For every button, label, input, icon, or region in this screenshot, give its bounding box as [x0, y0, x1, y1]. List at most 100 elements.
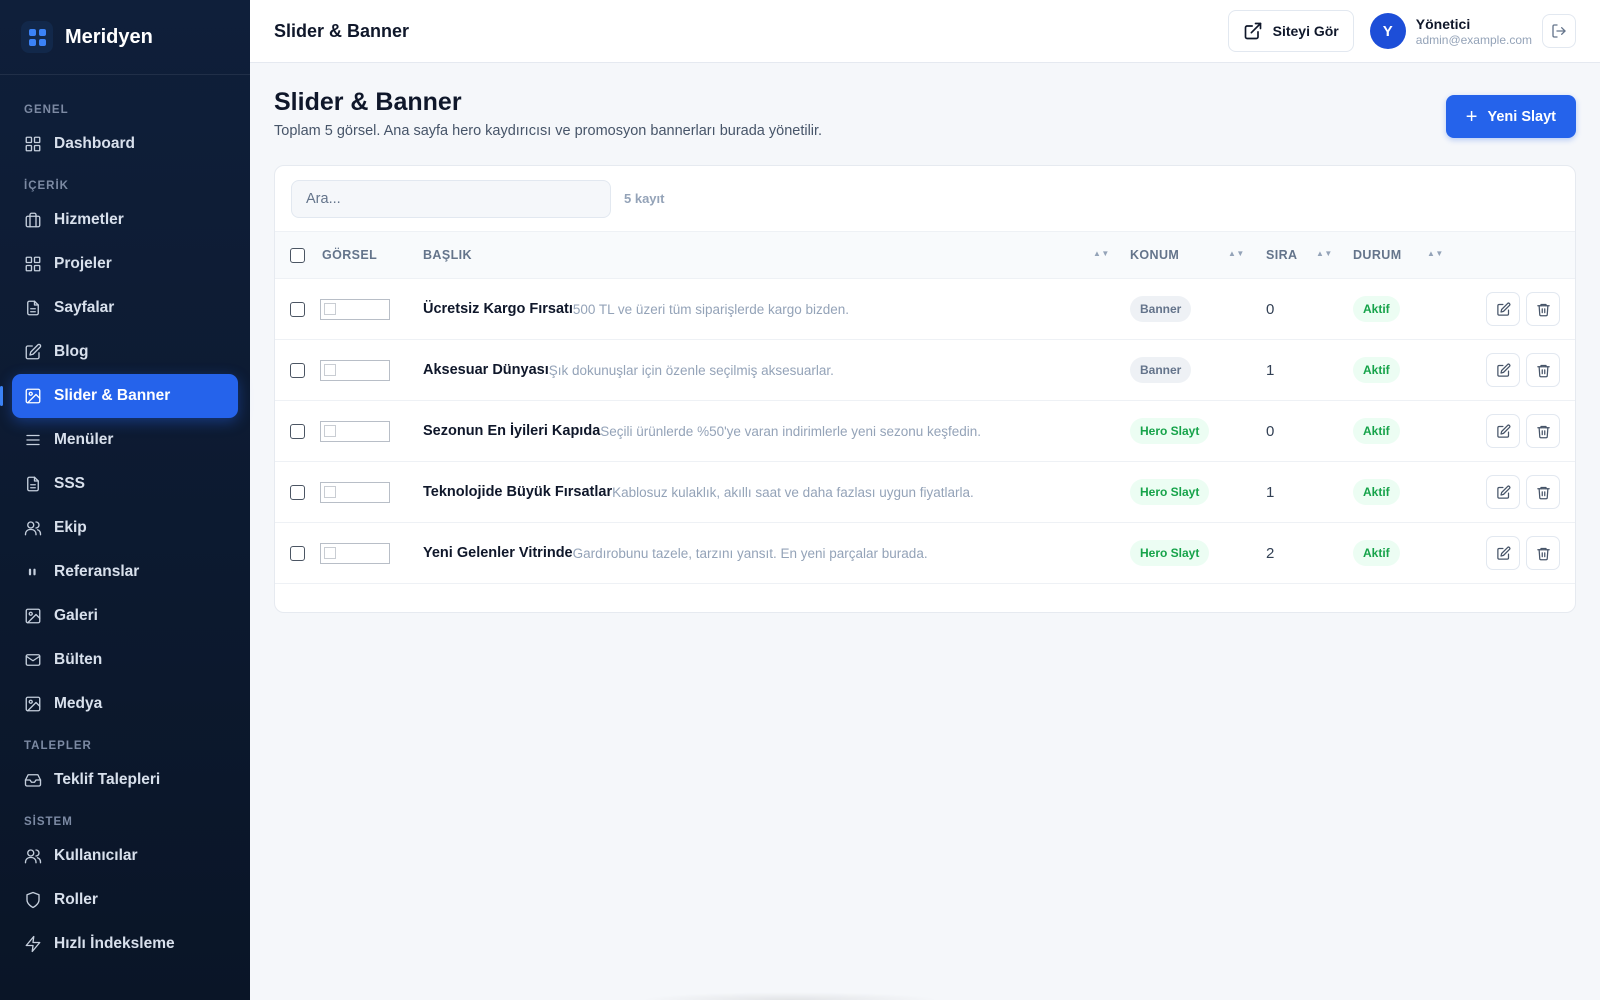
sidebar-item-teklif-talepleri[interactable]: Teklif Talepleri [12, 758, 238, 802]
sidebar-item-label: Teklif Talepleri [54, 771, 161, 788]
topbar-title: Slider & Banner [274, 20, 410, 41]
sort-icon[interactable]: ▲▼ [1427, 249, 1444, 258]
image-icon [24, 607, 42, 625]
search-input[interactable] [291, 179, 611, 218]
sidebar-item-label: Projeler [54, 255, 112, 272]
sort-icon[interactable]: ▲▼ [1093, 249, 1110, 258]
slide-thumbnail [320, 481, 390, 503]
row-checkbox[interactable] [290, 423, 305, 439]
view-site-button[interactable]: Siteyi Gör [1227, 10, 1354, 52]
slide-thumbnail [320, 298, 390, 320]
sidebar-item-projeler[interactable]: Projeler [12, 242, 238, 286]
nav-section-label: TALEPLER [24, 740, 92, 752]
status-badge: Aktif [1353, 540, 1400, 566]
table-body: Ücretsiz Kargo Fırsatı 500 TL ve üzeri tü… [275, 279, 1575, 584]
column-order[interactable]: SIRA [1266, 232, 1297, 278]
sidebar-item-label: Galeri [54, 607, 98, 624]
edit-icon [1496, 302, 1510, 316]
slide-description: 500 TL ve üzeri tüm siparişlerde kargo b… [572, 301, 850, 317]
slide-description: Seçili ürünlerde %50'ye varan indirimler… [600, 423, 982, 439]
table-row: Yeni Gelenler Vitrinde Gardırobunu tazele… [275, 523, 1575, 584]
quote-icon [24, 563, 42, 581]
sidebar-item-bülten[interactable]: Bülten [12, 638, 238, 682]
row-checkbox[interactable] [290, 545, 305, 561]
edit-icon [1496, 485, 1510, 499]
table-row: Aksesuar Dünyası Şık dokunuşlar için özen… [275, 340, 1575, 401]
sidebar-item-blog[interactable]: Blog [12, 330, 238, 374]
table-header: GÖRSEL BAŞLIK ▲▼ KONUM ▲▼ SIRA ▲▼ DURUM … [275, 232, 1575, 279]
slide-title[interactable]: Aksesuar Dünyası [423, 362, 549, 378]
sidebar-item-kullanıcılar[interactable]: Kullanıcılar [12, 834, 238, 878]
sidebar-item-medya[interactable]: Medya [12, 682, 238, 726]
sidebar-item-hızlı-i̇ndeksleme[interactable]: Hızlı İndeksleme [12, 922, 238, 966]
delete-button[interactable] [1526, 353, 1560, 387]
slide-title[interactable]: Sezonun En İyileri Kapıda [423, 423, 600, 439]
slide-title[interactable]: Yeni Gelenler Vitrinde [423, 545, 573, 561]
new-slide-label: Yeni Slayt [1487, 108, 1556, 125]
delete-button[interactable] [1526, 536, 1560, 570]
sidebar-item-label: Menüler [54, 431, 114, 448]
status-badge: Aktif [1353, 479, 1400, 505]
column-status[interactable]: DURUM [1353, 232, 1402, 278]
sort-icon[interactable]: ▲▼ [1228, 249, 1245, 258]
edit-icon [24, 343, 42, 361]
column-title[interactable]: BAŞLIK [423, 232, 472, 278]
sidebar-item-label: Hizmetler [54, 211, 124, 228]
delete-button[interactable] [1526, 475, 1560, 509]
sidebar-item-ekip[interactable]: Ekip [12, 506, 238, 550]
external-link-icon [1244, 22, 1261, 40]
position-badge: Hero Slayt [1130, 479, 1210, 505]
nav-section-label: SİSTEM [24, 816, 73, 828]
new-slide-button[interactable]: + Yeni Slayt [1445, 95, 1576, 138]
edit-button[interactable] [1486, 353, 1520, 387]
sort-icon[interactable]: ▲▼ [1316, 249, 1333, 258]
status-badge: Aktif [1353, 357, 1400, 383]
image-icon [24, 695, 42, 713]
position-badge: Banner [1130, 296, 1192, 322]
view-site-label: Siteyi Gör [1272, 23, 1339, 39]
edit-button[interactable] [1486, 414, 1520, 448]
sidebar-item-label: Hızlı İndeksleme [54, 935, 175, 952]
edit-button[interactable] [1486, 475, 1520, 509]
brand[interactable]: Meridyen [0, 0, 250, 75]
slide-title[interactable]: Teknolojide Büyük Fırsatlar [423, 484, 612, 500]
logout-button[interactable] [1542, 14, 1576, 48]
sidebar-item-menüler[interactable]: Menüler [12, 418, 238, 462]
column-position[interactable]: KONUM [1130, 232, 1179, 278]
inbox-icon [24, 771, 42, 789]
user-menu[interactable]: Y Yönetici admin@example.com [1369, 13, 1532, 49]
nav-section-label: GENEL [24, 104, 69, 116]
slide-description: Kablosuz kulaklık, akıllı saat ve daha f… [612, 484, 974, 500]
sidebar-item-slider-and-banner[interactable]: Slider & Banner [0, 374, 238, 418]
users-icon [24, 847, 42, 865]
position-badge: Hero Slayt [1130, 540, 1210, 566]
sidebar-item-dashboard[interactable]: Dashboard [12, 122, 238, 166]
sidebar-item-sss[interactable]: SSS [12, 462, 238, 506]
sidebar-item-label: Slider & Banner [54, 387, 171, 404]
row-checkbox[interactable] [290, 301, 305, 317]
edit-button[interactable] [1486, 292, 1520, 326]
trash-icon [1536, 364, 1550, 377]
slide-order: 0 [1266, 422, 1275, 440]
slide-title[interactable]: Ücretsiz Kargo Fırsatı [423, 301, 573, 317]
sidebar-item-referanslar[interactable]: Referanslar [12, 550, 238, 594]
sidebar-item-galeri[interactable]: Galeri [12, 594, 238, 638]
sidebar-item-roller[interactable]: Roller [12, 878, 238, 922]
zap-icon [24, 935, 42, 953]
slide-description: Şık dokunuşlar için özenle seçilmiş akse… [548, 362, 834, 378]
trash-icon [1536, 486, 1550, 499]
edit-button[interactable] [1486, 536, 1520, 570]
nav-section-label: İÇERİK [24, 180, 69, 192]
main-content: Slider & Banner Toplam 5 görsel. Ana say… [274, 63, 1576, 613]
row-checkbox[interactable] [290, 362, 305, 378]
delete-button[interactable] [1526, 414, 1560, 448]
file-icon [24, 475, 42, 493]
sidebar-item-sayfalar[interactable]: Sayfalar [12, 286, 238, 330]
row-checkbox[interactable] [290, 484, 305, 500]
slides-table-card: 5 kayıt GÖRSEL BAŞLIK ▲▼ KONUM ▲▼ SIRA ▲… [274, 165, 1576, 613]
select-all-checkbox[interactable] [290, 247, 305, 263]
sidebar-item-hizmetler[interactable]: Hizmetler [12, 198, 238, 242]
table-row: Teknolojide Büyük Fırsatlar Kablosuz kula… [275, 462, 1575, 523]
delete-button[interactable] [1526, 292, 1560, 326]
table-row: Sezonun En İyileri Kapıda Seçili ürünlerd… [275, 401, 1575, 462]
